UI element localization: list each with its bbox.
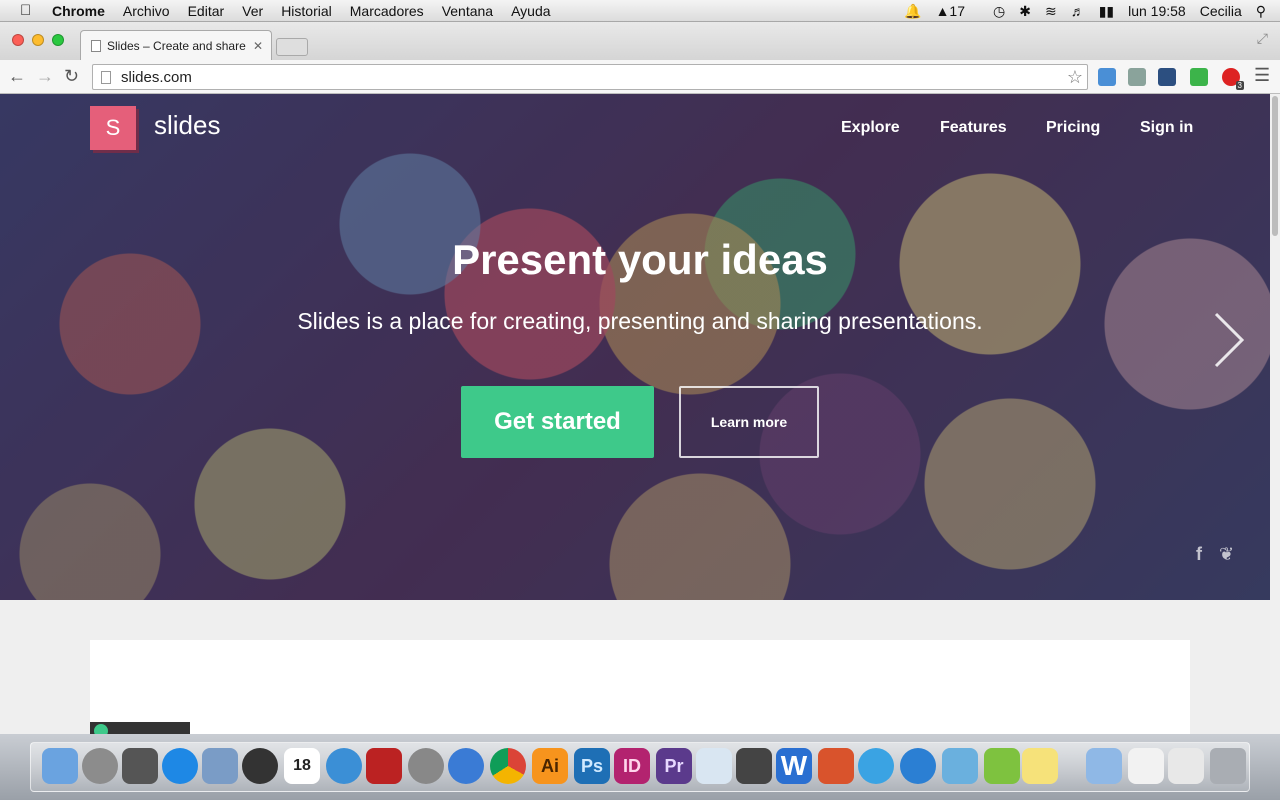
camera-extension-icon[interactable] xyxy=(1158,68,1176,86)
notification-icon[interactable]: 🔔 xyxy=(904,3,921,20)
dock: 18 Ai Ps ID Pr W xyxy=(0,734,1280,800)
chrome-icon[interactable] xyxy=(490,748,526,784)
forward-icon[interactable]: → xyxy=(36,66,54,87)
bookmark-star-icon[interactable]: ☆ xyxy=(1067,67,1083,88)
premiere-icon[interactable]: Pr xyxy=(656,748,692,784)
messenger-icon[interactable] xyxy=(858,748,894,784)
windows-icon[interactable] xyxy=(942,748,978,784)
menu-app-name[interactable]: Chrome xyxy=(52,3,105,19)
extension-badge: 3 xyxy=(1235,81,1244,90)
slides-logo[interactable]: S xyxy=(90,106,136,150)
learn-more-button[interactable]: Learn more xyxy=(679,386,819,458)
social-links: f ❦ xyxy=(1196,544,1234,565)
evernote-icon[interactable] xyxy=(984,748,1020,784)
trash-icon[interactable] xyxy=(1210,748,1246,784)
translate-extension-icon[interactable] xyxy=(1098,68,1116,86)
menu-icon[interactable]: ☰ xyxy=(1254,65,1270,86)
adobe-icon[interactable]: ▲17 xyxy=(936,3,979,19)
user-name[interactable]: Cecilia xyxy=(1200,3,1242,19)
calendar-icon[interactable]: 18 xyxy=(284,748,320,784)
tab-slides[interactable]: Slides – Create and share p ✕ xyxy=(80,30,272,60)
facebook-icon[interactable]: f xyxy=(1196,544,1202,564)
page-icon xyxy=(91,39,101,52)
zoom-window-button[interactable] xyxy=(52,34,64,46)
menu-ver[interactable]: Ver xyxy=(242,3,263,19)
bluetooth-icon[interactable]: ✱ xyxy=(1019,3,1031,20)
photo-booth-icon[interactable] xyxy=(366,748,402,784)
indesign-icon[interactable]: ID xyxy=(614,748,650,784)
photoshop-icon[interactable]: Ps xyxy=(574,748,610,784)
preview-icon[interactable] xyxy=(696,748,732,784)
menu-archivo[interactable]: Archivo xyxy=(123,3,170,19)
applications-folder-icon[interactable] xyxy=(1086,748,1122,784)
network-icon[interactable] xyxy=(900,748,936,784)
downloads-icon[interactable] xyxy=(1168,748,1204,784)
hero-headline: Present your ideas xyxy=(452,236,828,283)
adblock-extension-icon[interactable]: 3 xyxy=(1222,68,1244,90)
content-card xyxy=(90,640,1190,734)
illustrator-icon[interactable]: Ai xyxy=(532,748,568,784)
extension-icon[interactable] xyxy=(1128,68,1146,86)
close-window-button[interactable] xyxy=(12,34,24,46)
finder-icon[interactable] xyxy=(42,748,78,784)
spotlight-icon[interactable]: ⚲ xyxy=(1256,3,1266,20)
adobe-count: 17 xyxy=(949,3,965,19)
hero-section: S slides Explore Features Pricing Sign i… xyxy=(0,94,1270,600)
close-tab-icon[interactable]: ✕ xyxy=(253,39,263,53)
apple-icon[interactable]:  xyxy=(20,2,38,19)
wifi-icon[interactable]: ≋ xyxy=(1045,3,1057,20)
mission-control-icon[interactable] xyxy=(122,748,158,784)
mail-icon[interactable] xyxy=(202,748,238,784)
app-store-icon[interactable] xyxy=(162,748,198,784)
nav-pricing[interactable]: Pricing xyxy=(1046,119,1100,137)
twitter-icon[interactable]: ❦ xyxy=(1219,544,1234,564)
address-bar[interactable]: slides.com ☆ xyxy=(92,64,1088,90)
final-cut-icon[interactable] xyxy=(736,748,772,784)
nav-features[interactable]: Features xyxy=(940,119,1007,137)
browser-toolbar: ← → ↻ slides.com ☆ 3 ☰ xyxy=(0,60,1280,94)
reload-icon[interactable]: ↻ xyxy=(64,66,79,87)
get-started-button[interactable]: Get started xyxy=(461,386,654,458)
card-status-icon xyxy=(94,724,108,734)
tab-title: Slides – Create and share p xyxy=(107,38,247,53)
nav-sign-in[interactable]: Sign in xyxy=(1140,119,1193,137)
page-scrollbar[interactable] xyxy=(1270,94,1280,734)
new-tab-button[interactable] xyxy=(276,38,308,56)
tab-strip: Slides – Create and share p ✕ ⤢ xyxy=(0,22,1280,60)
time-machine-icon[interactable]: ◷ xyxy=(993,3,1005,20)
page-icon xyxy=(101,70,111,84)
clock[interactable]: lun 19:58 xyxy=(1128,3,1186,19)
powerpoint-icon[interactable] xyxy=(818,748,854,784)
menu-historial[interactable]: Historial xyxy=(281,3,332,19)
back-icon[interactable]: ← xyxy=(8,66,26,87)
menu-marcadores[interactable]: Marcadores xyxy=(350,3,424,19)
menu-ayuda[interactable]: Ayuda xyxy=(511,3,550,19)
word-icon[interactable]: W xyxy=(776,748,812,784)
next-slide-arrow-icon[interactable] xyxy=(1208,310,1248,370)
fullscreen-icon[interactable]: ⤢ xyxy=(1257,30,1268,47)
hero-overlay xyxy=(0,94,1270,600)
menu-ventana[interactable]: Ventana xyxy=(442,3,493,19)
stickies-icon[interactable] xyxy=(1022,748,1058,784)
brand-name[interactable]: slides xyxy=(154,110,220,141)
safari-icon[interactable] xyxy=(448,748,484,784)
minimize-window-button[interactable] xyxy=(32,34,44,46)
evernote-extension-icon[interactable] xyxy=(1190,68,1208,86)
battery-icon[interactable]: ▮▮ xyxy=(1099,3,1114,20)
document-icon[interactable] xyxy=(1128,748,1164,784)
launchpad-icon[interactable] xyxy=(82,748,118,784)
facetime-icon[interactable] xyxy=(242,748,278,784)
nav-explore[interactable]: Explore xyxy=(841,119,900,137)
menu-editar[interactable]: Editar xyxy=(188,3,225,19)
itunes-icon[interactable] xyxy=(326,748,362,784)
menu-bar:  Chrome Archivo Editar Ver Historial Ma… xyxy=(0,0,1280,22)
system-preferences-icon[interactable] xyxy=(408,748,444,784)
hero-subheadline: Slides is a place for creating, presenti… xyxy=(297,308,983,334)
url-text[interactable]: slides.com xyxy=(121,69,192,86)
page-viewport: S slides Explore Features Pricing Sign i… xyxy=(0,94,1270,734)
volume-icon[interactable]: ♬ xyxy=(1071,3,1085,19)
scrollbar-thumb[interactable] xyxy=(1272,96,1278,236)
